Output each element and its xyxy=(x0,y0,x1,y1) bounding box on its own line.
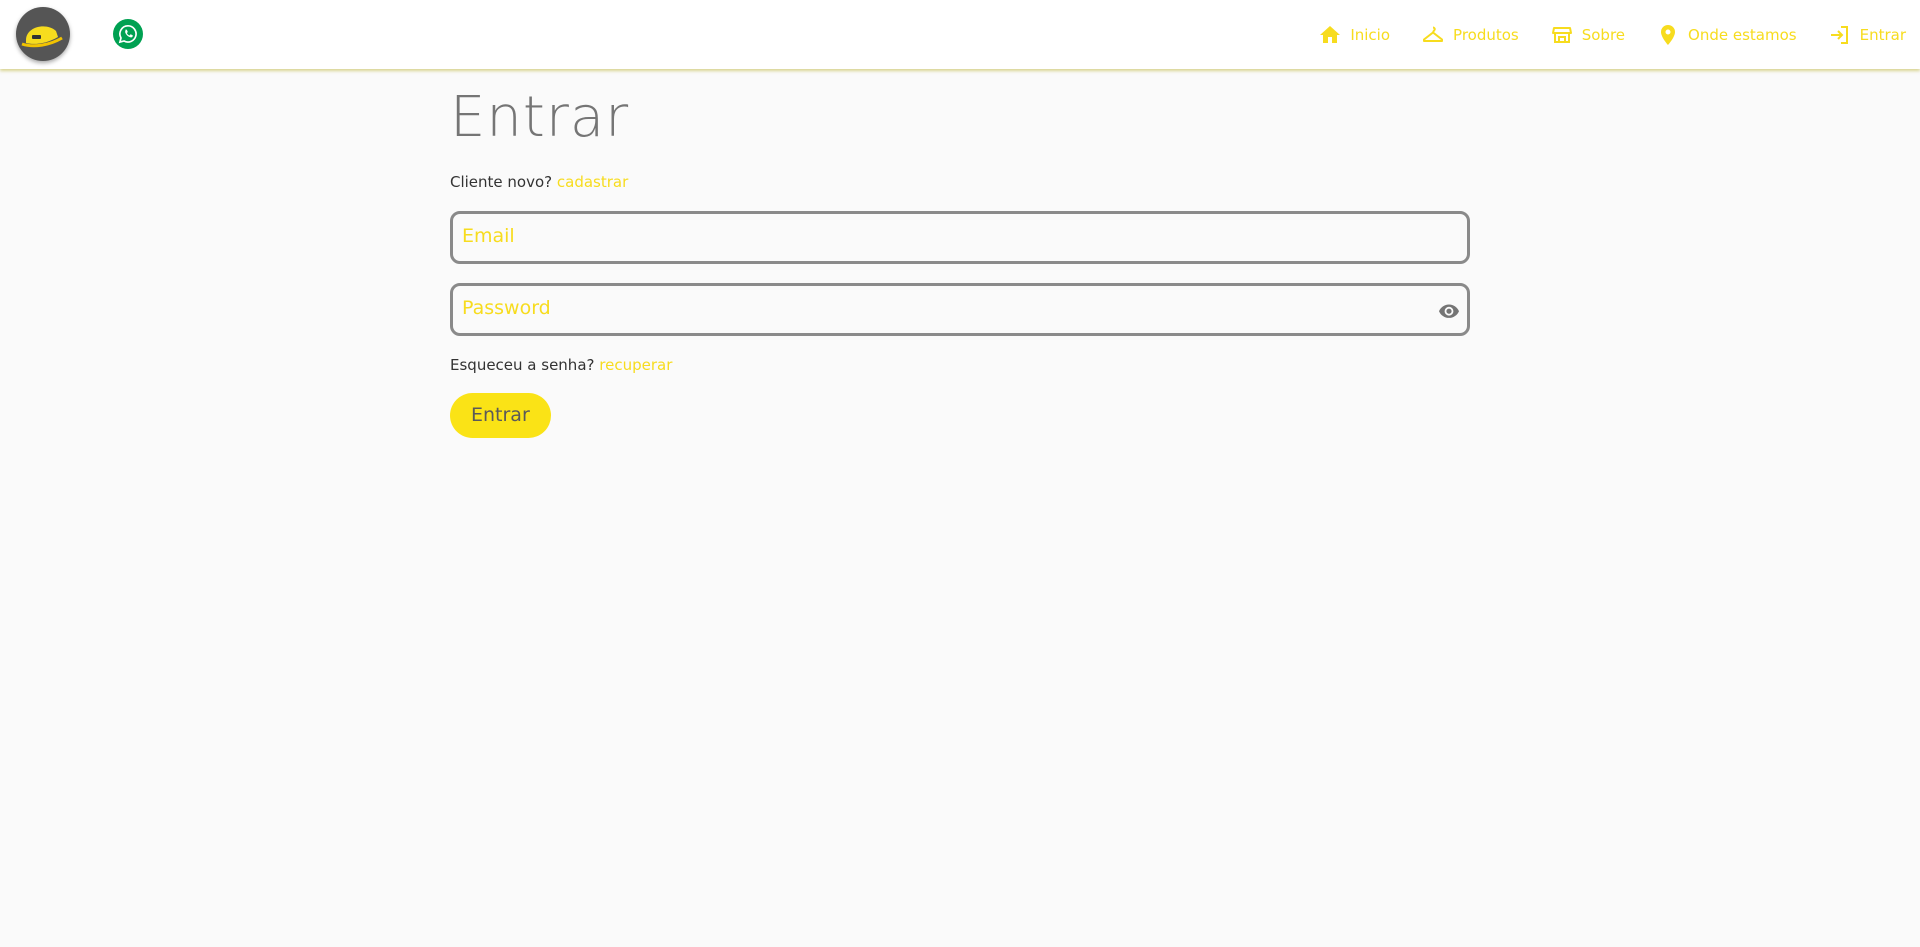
forgot-prompt: Esqueceu a senha? xyxy=(450,355,595,374)
nav-label: Onde estamos xyxy=(1688,25,1797,44)
top-app-bar: Inicio Produtos Sobre Onde estamos Entra… xyxy=(0,0,1920,69)
hanger-icon xyxy=(1421,23,1445,47)
nav-item-entrar[interactable]: Entrar xyxy=(1828,23,1906,47)
store-icon xyxy=(1550,23,1574,47)
login-icon xyxy=(1828,23,1852,47)
hard-hat-logo[interactable] xyxy=(16,7,70,61)
nav-label: Sobre xyxy=(1581,25,1626,44)
nav-label: Entrar xyxy=(1859,25,1906,44)
location-pin-icon xyxy=(1656,23,1680,47)
login-button[interactable]: Entrar xyxy=(450,392,551,438)
signup-line: Cliente novo? cadastrar xyxy=(450,173,1470,191)
nav-item-sobre[interactable]: Sobre xyxy=(1550,23,1625,47)
home-icon xyxy=(1318,23,1342,47)
nav-label: Inicio xyxy=(1350,25,1391,44)
signup-link[interactable]: cadastrar xyxy=(557,173,628,191)
recover-link[interactable]: recuperar xyxy=(599,356,672,374)
password-field-box xyxy=(450,282,1470,336)
page-title: Entrar xyxy=(450,85,630,150)
nav-item-produtos[interactable]: Produtos xyxy=(1421,23,1519,47)
signup-prompt: Cliente novo? xyxy=(450,172,553,191)
email-field-box xyxy=(450,210,1470,264)
nav-label: Produtos xyxy=(1453,25,1519,44)
whatsapp-icon[interactable] xyxy=(113,19,143,49)
nav-item-inicio[interactable]: Inicio xyxy=(1318,23,1390,47)
nav-item-onde-estamos[interactable]: Onde estamos xyxy=(1656,23,1797,47)
forgot-password-line: Esqueceu a senha? recuperar xyxy=(450,356,1470,374)
login-form: Entrar Cliente novo? cadastrar Esqueceu … xyxy=(450,69,1470,438)
main-nav: Inicio Produtos Sobre Onde estamos Entra… xyxy=(1287,0,1906,69)
eye-icon[interactable] xyxy=(1437,299,1461,323)
email-field[interactable] xyxy=(453,213,1467,261)
password-field[interactable] xyxy=(453,285,1467,333)
